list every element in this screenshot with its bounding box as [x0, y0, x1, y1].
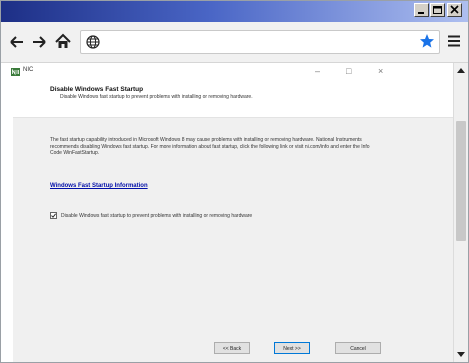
ni-logo-icon	[11, 68, 20, 76]
installer-minimize-icon[interactable]: –	[315, 66, 320, 76]
back-arrow-icon[interactable]	[9, 32, 25, 52]
installer-window-title: NIC	[23, 67, 34, 73]
scroll-down-icon[interactable]	[454, 347, 468, 361]
url-input[interactable]	[105, 33, 409, 53]
installer-close-icon[interactable]: ×	[378, 66, 383, 76]
globe-icon	[86, 35, 100, 49]
title-bar	[1, 1, 468, 22]
page-viewport: NIC – □ × Disable Windows Fast Startup D…	[1, 63, 453, 362]
maximize-button[interactable]	[430, 3, 445, 17]
address-bar[interactable]	[80, 30, 440, 54]
checkmark-icon	[51, 213, 56, 218]
next-button[interactable]: Next >>	[274, 342, 310, 354]
back-button[interactable]: << Back	[214, 342, 250, 354]
menu-icon[interactable]	[447, 34, 461, 54]
scrollbar-thumb[interactable]	[456, 121, 466, 241]
page-title: Disable Windows Fast Startup	[50, 86, 144, 93]
fast-startup-description: The fast startup capability introduced i…	[50, 137, 370, 157]
close-button[interactable]	[447, 3, 462, 17]
disable-fast-startup-label: Disable Windows fast startup to prevent …	[61, 213, 253, 219]
vertical-scrollbar[interactable]	[453, 63, 468, 362]
installer-header: Disable Windows Fast Startup Disable Win…	[13, 81, 453, 118]
close-icon	[450, 5, 459, 14]
scroll-up-icon[interactable]	[454, 64, 468, 78]
installer-body: The fast startup capability introduced i…	[13, 118, 453, 362]
disable-fast-startup-checkbox[interactable]	[50, 212, 57, 219]
page-subtitle: Disable Windows fast startup to prevent …	[60, 94, 253, 100]
fast-startup-info-link[interactable]: Windows Fast Startup Information	[50, 183, 148, 189]
browser-window: NIC – □ × Disable Windows Fast Startup D…	[0, 0, 469, 363]
browser-toolbar	[1, 22, 468, 63]
star-icon[interactable]	[419, 33, 435, 53]
minimize-button[interactable]	[414, 3, 429, 17]
home-icon[interactable]	[55, 32, 71, 52]
cancel-button[interactable]: Cancel	[335, 342, 381, 354]
installer-title-bar: NIC – □ ×	[1, 63, 453, 81]
installer-maximize-icon[interactable]: □	[346, 66, 351, 76]
maximize-icon	[433, 6, 442, 14]
minimize-icon	[418, 12, 424, 14]
forward-arrow-icon[interactable]	[31, 32, 47, 52]
